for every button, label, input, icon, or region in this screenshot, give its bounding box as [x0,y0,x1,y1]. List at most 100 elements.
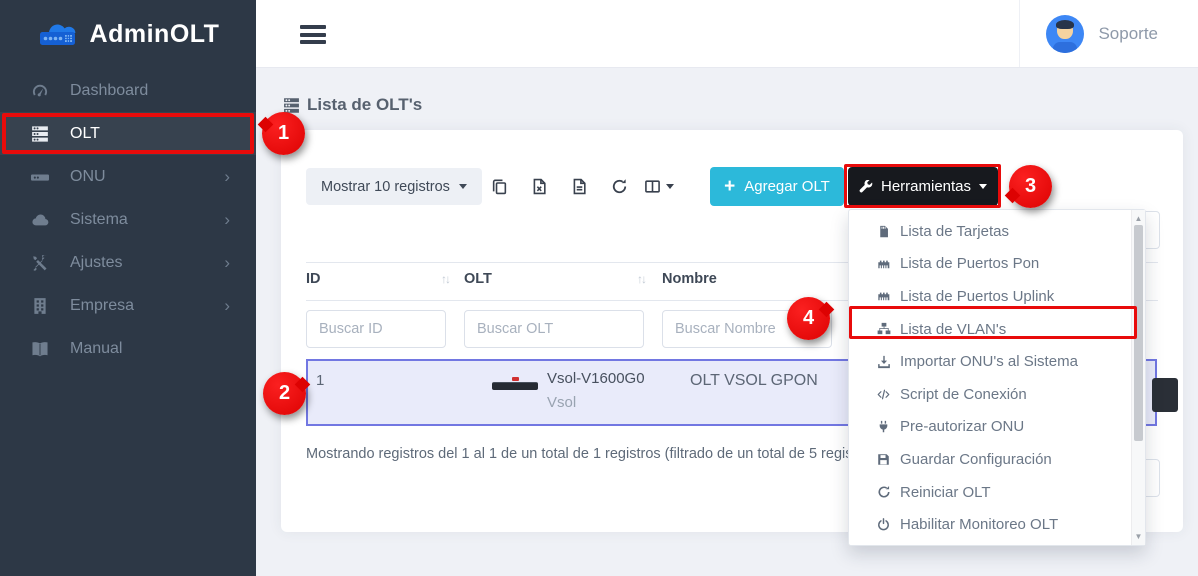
export-toolbar [479,168,679,205]
columns-icon [644,178,661,195]
cell-olt-brand: Vsol [547,394,576,411]
cell-nombre: OLT VSOL GPON [690,372,818,390]
chevron-right-icon: › [224,168,230,185]
sidebar-item-onu[interactable]: ONU › [0,155,256,198]
hamburger-menu-button[interactable] [300,25,326,48]
dashboard-icon [31,82,53,100]
user-name: Soporte [1098,24,1158,44]
annotation-step-2: 2 [263,372,306,415]
menu-item-guardar-configuracion[interactable]: Guardar Configuración [849,443,1145,476]
save-icon [875,453,892,466]
logo-cloud-switch-icon [37,18,81,51]
sidebar-item-label: ONU [70,168,106,186]
add-olt-button[interactable]: + Agregar OLT [710,167,844,206]
menu-item-lista-vlans[interactable]: Lista de VLAN's [849,313,1145,346]
network-icon [875,322,892,336]
annotation-step-1: 1 [262,112,305,155]
menu-item-importar-onus[interactable]: Importar ONU's al Sistema [849,345,1145,378]
column-header-nombre[interactable]: Nombre [662,271,717,287]
dropdown-scrollbar[interactable]: ▲ ▼ [1131,210,1145,545]
filter-olt-input[interactable] [464,310,644,348]
logo-text: AdminOLT [90,20,220,49]
vsol-logo [512,377,519,381]
menu-item-reiniciar-olt[interactable]: Reiniciar OLT [849,476,1145,509]
power-icon [875,518,892,531]
chevron-right-icon: › [224,297,230,314]
cloud-icon [31,211,53,229]
sidebar-item-label: Empresa [70,297,134,315]
copy-button[interactable] [479,168,519,205]
tools-dropdown-button[interactable]: Herramientas [848,167,998,206]
tools-dropdown-menu: Lista de Tarjetas Lista de Puertos Pon L… [848,209,1146,546]
download-icon [875,355,892,369]
sd-card-icon [875,225,892,238]
adminolt-app: AdminOLT Dashboard OLT ONU › [0,0,1198,576]
column-header-id[interactable]: ID [306,271,321,287]
export-excel-button[interactable] [519,168,559,205]
olt-device-image [492,377,538,390]
table-info-text: Mostrando registros del 1 al 1 de un tot… [306,446,881,462]
scroll-up-icon[interactable]: ▲ [1132,214,1145,223]
sidebar-item-manual[interactable]: Manual [0,327,256,370]
sidebar-item-ajustes[interactable]: Ajustes › [0,241,256,284]
sort-icon[interactable]: ↑↓ [637,272,645,286]
sidebar-item-label: Dashboard [70,82,148,100]
plus-icon: + [724,177,735,196]
server-icon [283,97,300,114]
scroll-down-icon[interactable]: ▼ [1132,532,1145,541]
ethernet-icon [875,289,892,303]
row-extra-image [1152,378,1178,412]
plug-icon [875,420,892,433]
scrollbar-thumb[interactable] [1134,225,1143,441]
cell-id: 1 [316,372,324,389]
chevron-down-icon [979,184,987,189]
book-icon [31,340,53,358]
column-header-olt[interactable]: OLT [464,271,492,287]
user-avatar [1046,15,1084,53]
excel-icon [531,178,548,195]
show-records-dropdown[interactable]: Mostrar 10 registros [306,168,482,205]
file-icon [571,178,588,195]
menu-item-lista-tarjetas[interactable]: Lista de Tarjetas [849,215,1145,248]
ethernet-icon [875,257,892,271]
annotation-step-4: 4 [787,297,830,340]
chevron-down-icon [459,184,467,189]
menu-item-puertos-uplink[interactable]: Lista de Puertos Uplink [849,280,1145,313]
menu-item-script-conexion[interactable]: Script de Conexión [849,378,1145,411]
tools-icon [31,254,53,272]
sidebar-item-empresa[interactable]: Empresa › [0,284,256,327]
menu-item-pre-autorizar[interactable]: Pre-autorizar ONU [849,411,1145,444]
refresh-button[interactable] [599,168,639,205]
user-menu[interactable]: Soporte [1019,0,1198,67]
refresh-icon [875,485,892,499]
sidebar-item-label: Manual [70,340,122,358]
refresh-icon [611,178,628,195]
building-icon [31,297,53,315]
export-file-button[interactable] [559,168,599,205]
sidebar-item-label: OLT [70,125,100,143]
sidebar-item-label: Sistema [70,211,128,229]
page-title: Lista de OLT's [283,95,422,115]
sidebar: AdminOLT Dashboard OLT ONU › [0,0,256,576]
topbar: Soporte [256,0,1198,68]
menu-item-puertos-pon[interactable]: Lista de Puertos Pon [849,248,1145,281]
chevron-down-icon [666,184,674,189]
chevron-right-icon: › [224,211,230,228]
filter-id-input[interactable] [306,310,446,348]
menu-item-habilitar-monitoreo[interactable]: Habilitar Monitoreo OLT [849,508,1145,541]
annotation-step-3: 3 [1009,165,1052,208]
sidebar-item-olt[interactable]: OLT [0,112,256,155]
sort-icon[interactable]: ↑↓ [441,272,449,286]
cell-olt-model: Vsol-V1600G0 [547,370,645,387]
server-icon [31,125,53,143]
columns-visibility-button[interactable] [639,168,679,205]
sidebar-item-sistema[interactable]: Sistema › [0,198,256,241]
sidebar-nav: Dashboard OLT ONU › Sistema › [0,69,256,370]
copy-icon [491,178,508,195]
device-icon [31,168,53,186]
sidebar-item-dashboard[interactable]: Dashboard [0,69,256,112]
code-icon [875,388,892,401]
logo: AdminOLT [0,0,256,69]
chevron-right-icon: › [224,254,230,271]
wrench-icon [859,180,873,194]
